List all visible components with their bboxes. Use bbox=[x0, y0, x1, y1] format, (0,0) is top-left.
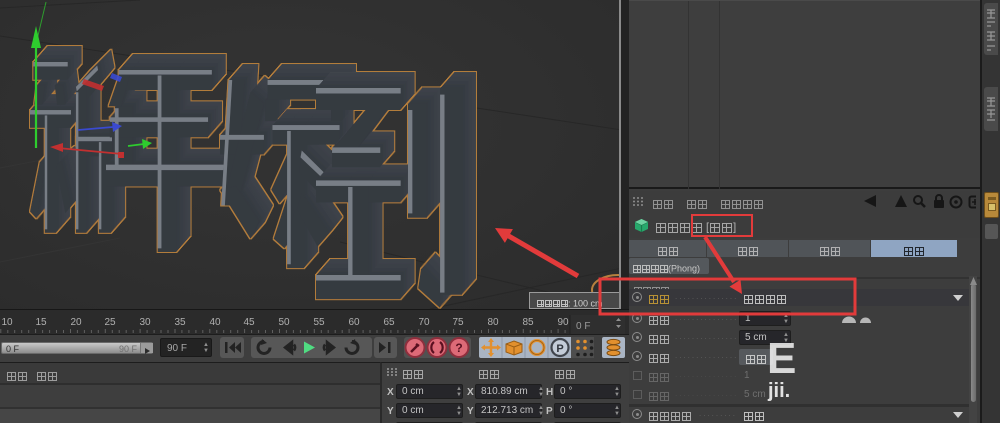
svg-text:?: ? bbox=[455, 341, 462, 355]
svg-text:P: P bbox=[556, 343, 563, 355]
